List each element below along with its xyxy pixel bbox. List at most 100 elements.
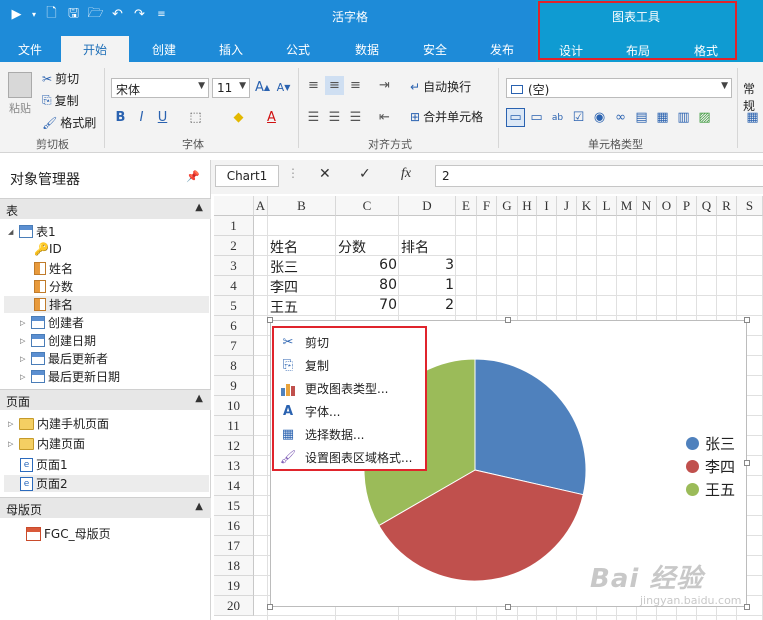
row-header[interactable]: 20 [214, 596, 254, 616]
column-header[interactable]: G [497, 196, 518, 216]
legend-entry[interactable]: 张三 [686, 433, 735, 454]
column-header[interactable]: C [336, 196, 399, 216]
menu-publish[interactable]: 发布 [490, 41, 514, 58]
tree-builtin-pages[interactable]: ▷ 内建页面 [8, 435, 85, 452]
menu-create[interactable]: 创建 [152, 41, 176, 58]
row-header[interactable]: 11 [214, 416, 254, 436]
row-header[interactable]: 6 [214, 316, 254, 336]
row-header[interactable]: 1 [214, 216, 254, 236]
ctx-format-chart-area[interactable]: 🖌 设置图表区域格式... [280, 449, 413, 466]
legend-entry[interactable]: 王五 [686, 479, 735, 500]
column-header[interactable]: M [617, 196, 637, 216]
table-cell[interactable]: 70 [338, 296, 397, 316]
row-header[interactable]: 3 [214, 256, 254, 276]
menu-insert[interactable]: 插入 [219, 41, 243, 58]
section-master-pages[interactable]: 母版页 ▲ [0, 497, 211, 518]
ctx-select-data[interactable]: ▦ 选择数据... [280, 426, 365, 443]
column-header[interactable]: Q [697, 196, 717, 216]
tree-page1[interactable]: e 页面1 [20, 456, 68, 473]
row-header[interactable]: 14 [214, 476, 254, 496]
column-header[interactable]: A [254, 196, 268, 216]
resize-handle[interactable] [744, 604, 750, 610]
table-cell[interactable]: 李四 [270, 276, 334, 296]
column-header[interactable]: B [268, 196, 336, 216]
italic-icon[interactable]: I [132, 108, 151, 127]
column-header[interactable]: N [637, 196, 657, 216]
table-cell[interactable]: 2 [401, 296, 454, 316]
row-header[interactable]: 13 [214, 456, 254, 476]
row-header[interactable]: 12 [214, 436, 254, 456]
grow-font-icon[interactable]: A ▲ [253, 78, 272, 97]
formula-input[interactable]: 2 [435, 165, 763, 187]
border-icon[interactable]: ⬚ [186, 108, 205, 127]
bold-icon[interactable]: B [111, 108, 130, 127]
label-celltype-icon[interactable]: ab [548, 108, 567, 127]
resize-handle[interactable] [505, 317, 511, 323]
row-header[interactable]: 7 [214, 336, 254, 356]
row-header[interactable]: 9 [214, 376, 254, 396]
tree-mobile-pages[interactable]: ▷ 内建手机页面 [8, 415, 109, 432]
confirm-icon[interactable]: ✓ [359, 166, 371, 182]
table-cell[interactable]: 1 [401, 276, 454, 296]
menu-data[interactable]: 数据 [355, 41, 379, 58]
row-header[interactable]: 19 [214, 576, 254, 596]
row-header[interactable]: 16 [214, 516, 254, 536]
row-header[interactable]: 5 [214, 296, 254, 316]
legend-entry[interactable]: 李四 [686, 456, 735, 477]
cell-type-select[interactable]: (空) ▼ [506, 78, 732, 98]
ctx-change-chart-type[interactable]: 更改图表类型... [280, 380, 388, 397]
tree-field-updater[interactable]: ▷ 最后更新者 [20, 350, 108, 367]
table-cell[interactable]: 3 [401, 256, 454, 276]
menu-formula[interactable]: 公式 [286, 41, 310, 58]
row-header[interactable]: 10 [214, 396, 254, 416]
resize-handle[interactable] [267, 317, 273, 323]
table-celltype-icon[interactable]: ▦ [653, 108, 672, 127]
underline-icon[interactable]: U [153, 108, 172, 127]
pin-icon[interactable]: 📌 [186, 170, 200, 183]
calendar-celltype-icon[interactable]: ▥ [674, 108, 693, 127]
insert-function-icon[interactable]: fx [401, 166, 411, 182]
shrink-font-icon[interactable]: A ▼ [274, 78, 293, 97]
ctx-cut[interactable]: ✂ 剪切 [280, 334, 329, 351]
column-header[interactable]: L [597, 196, 617, 216]
row-header[interactable]: 17 [214, 536, 254, 556]
ctx-copy[interactable]: ⎘ 复制 [280, 357, 329, 374]
checkbox-celltype-icon[interactable]: ☑ [569, 108, 588, 127]
table-cell[interactable]: 80 [338, 276, 397, 296]
tree-field-name[interactable]: 姓名 [34, 260, 73, 277]
font-size-select[interactable]: 11 ▼ [212, 78, 250, 98]
fill-color-icon[interactable]: ◆ [229, 108, 248, 127]
column-header[interactable]: E [456, 196, 477, 216]
resize-handle[interactable] [744, 317, 750, 323]
paste-button[interactable]: 粘贴 [8, 72, 32, 116]
table-header-cell[interactable]: 分数 [338, 236, 397, 256]
name-box[interactable]: Chart1 [215, 165, 279, 187]
section-pages[interactable]: 页面 ▲ [0, 389, 211, 410]
resize-handle[interactable] [267, 604, 273, 610]
tree-table1[interactable]: ◢ 表1 [8, 223, 56, 240]
indent-icon[interactable]: ⇥ [375, 76, 394, 95]
tree-field-updated-date[interactable]: ▷ 最后更新日期 [20, 368, 120, 385]
format-painter-button[interactable]: 🖌 格式刷 [42, 114, 96, 131]
list-celltype-icon[interactable]: ▤ [632, 108, 651, 127]
column-header[interactable]: O [657, 196, 677, 216]
textbox-celltype-icon[interactable]: ▭ [506, 108, 525, 127]
resize-handle[interactable] [744, 460, 750, 466]
column-header[interactable]: J [557, 196, 577, 216]
tree-field-created-date[interactable]: ▷ 创建日期 [20, 332, 96, 349]
align-middle-icon[interactable]: ≡ [325, 76, 344, 95]
calculator-icon[interactable]: ▦ [743, 108, 762, 127]
section-tables[interactable]: 表 ▲ [0, 198, 211, 219]
copy-button[interactable]: ⎘ 复制 [42, 92, 79, 109]
tree-master-page[interactable]: FGC_母版页 [26, 525, 111, 542]
row-header[interactable]: 4 [214, 276, 254, 296]
tree-field-rank[interactable]: 排名 [4, 296, 209, 313]
tree-field-id[interactable]: 🔑 ID [34, 242, 62, 256]
radio-celltype-icon[interactable]: ◉ [590, 108, 609, 127]
tree-field-score[interactable]: 分数 [34, 278, 73, 295]
merge-cells-button[interactable]: ⊞ 合并单元格 [410, 108, 483, 125]
align-bottom-icon[interactable]: ≡ [346, 76, 365, 95]
align-right-icon[interactable]: ☰ [346, 108, 365, 127]
table-cell[interactable]: 王五 [270, 296, 334, 316]
tree-field-creator[interactable]: ▷ 创建者 [20, 314, 84, 331]
